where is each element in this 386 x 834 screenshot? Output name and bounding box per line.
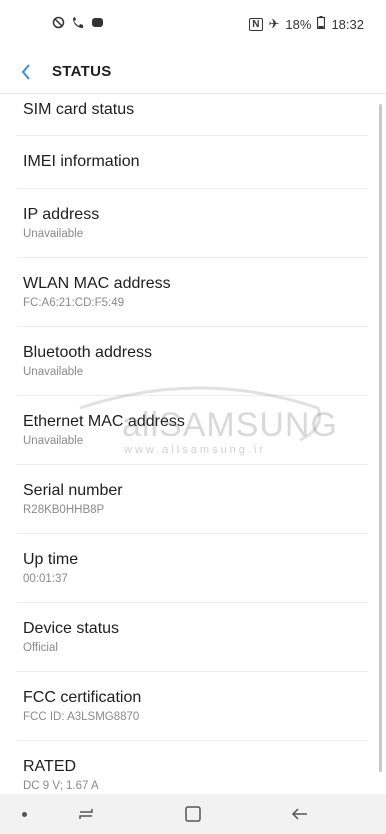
- list-item-serial-number: Serial number R28KB0HHB8P: [17, 465, 368, 534]
- item-value: Unavailable: [23, 228, 84, 240]
- item-value: FC:A6:21:CD:F5:49: [23, 297, 124, 309]
- chevron-left-icon: [21, 64, 30, 80]
- home-icon: [185, 806, 201, 822]
- back-arrow-icon: [291, 808, 307, 820]
- list-item-imei-information[interactable]: IMEI information: [17, 136, 368, 189]
- navigation-bar: [0, 794, 386, 834]
- list-item-device-status: Device status Official: [17, 603, 368, 672]
- message-icon: [91, 17, 104, 33]
- list-item-ip-address: IP address Unavailable: [17, 189, 368, 258]
- system-indicators: N ✈ 18% 18:32: [249, 16, 364, 32]
- item-title: Ethernet MAC address: [23, 413, 185, 430]
- list-item-sim-card-status[interactable]: SIM card status: [17, 94, 368, 136]
- list-item-wlan-mac-address: WLAN MAC address FC:A6:21:CD:F5:49: [17, 258, 368, 327]
- item-title: Bluetooth address: [23, 344, 152, 361]
- home-button[interactable]: [179, 802, 207, 826]
- item-value: R28KB0HHB8P: [23, 504, 105, 516]
- app-header: STATUS: [0, 48, 386, 94]
- recent-apps-icon: [79, 809, 93, 819]
- item-value: Unavailable: [23, 366, 84, 378]
- scrollbar[interactable]: [379, 104, 382, 772]
- item-value: Unavailable: [23, 435, 84, 447]
- item-title: Device status: [23, 620, 120, 637]
- item-title: RATED: [23, 758, 77, 775]
- item-value: FCC ID: A3LSMG8870: [23, 711, 140, 723]
- item-title: Serial number: [23, 482, 123, 499]
- item-value: DC 9 V; 1.67 A: [23, 780, 99, 792]
- missed-call-icon: [71, 16, 85, 33]
- status-list: SIM card status IMEI information IP addr…: [0, 94, 386, 794]
- page-title: STATUS: [52, 63, 112, 80]
- nfc-icon: N: [249, 17, 263, 31]
- nav-handle-dot: [22, 812, 27, 817]
- status-bar: N ✈ 18% 18:32: [0, 0, 386, 48]
- list-item-rated: RATED DC 9 V; 1.67 A: [17, 741, 368, 794]
- clock: 18:32: [331, 16, 364, 32]
- item-title: Up time: [23, 551, 79, 568]
- blocked-icon: [52, 16, 65, 33]
- notification-icons: [52, 16, 104, 33]
- battery-icon: [317, 16, 326, 32]
- list-item-ethernet-mac-address: Ethernet MAC address Unavailable: [17, 396, 368, 465]
- item-title: FCC certification: [23, 689, 142, 706]
- item-title: IMEI information: [23, 153, 140, 170]
- list-item-bluetooth-address: Bluetooth address Unavailable: [17, 327, 368, 396]
- battery-percent: 18%: [285, 16, 312, 32]
- list-item-up-time: Up time 00:01:37: [17, 534, 368, 603]
- item-value: Official: [23, 642, 58, 654]
- item-title: SIM card status: [23, 101, 135, 118]
- item-value: 00:01:37: [23, 573, 68, 585]
- back-nav-button[interactable]: [286, 802, 314, 826]
- item-title: WLAN MAC address: [23, 275, 171, 292]
- airplane-icon: ✈: [268, 16, 280, 31]
- back-button[interactable]: [14, 60, 38, 84]
- recent-apps-button[interactable]: [72, 802, 100, 826]
- item-title: IP address: [23, 206, 100, 223]
- list-item-fcc-certification: FCC certification FCC ID: A3LSMG8870: [17, 672, 368, 741]
